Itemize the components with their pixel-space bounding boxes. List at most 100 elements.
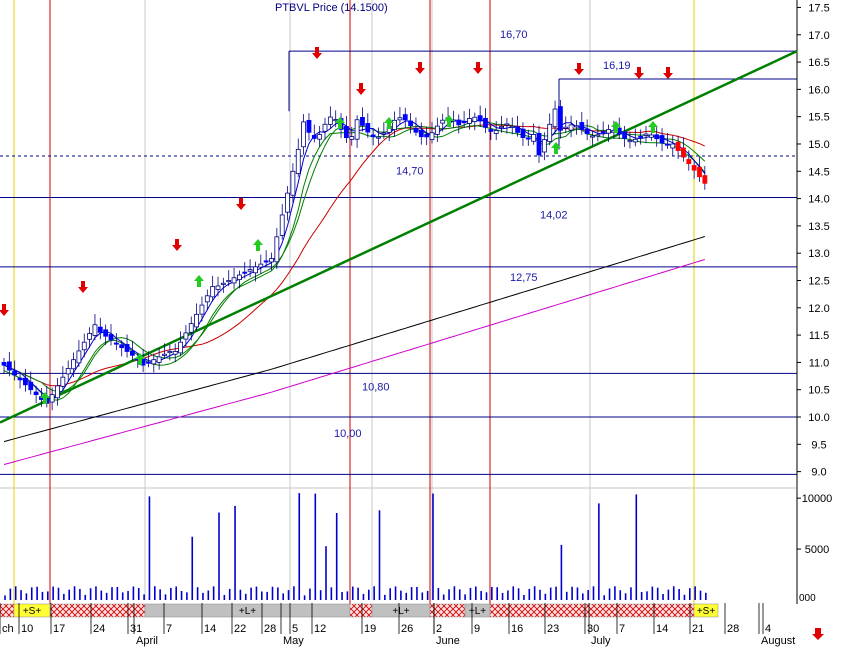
candle-body: [92, 324, 98, 336]
y-tick-label: 16.0: [808, 84, 829, 96]
candle-body: [71, 359, 76, 370]
candle-body: [632, 138, 638, 143]
y-tick-label: 12.0: [808, 303, 829, 315]
x-tick-label: 9: [474, 623, 480, 635]
x-tick-label: 28: [264, 623, 276, 635]
candle-body: [210, 286, 216, 298]
x-tick-label: 19: [364, 623, 376, 635]
candle-body: [65, 368, 71, 375]
y-tick-label: 9.5: [811, 439, 826, 451]
chart-canvas[interactable]: 9.0 9.5 10.0 10.5 11.0 11.5 12.0 12.5 13.0 13.5 14…: [0, 0, 844, 647]
y-tick-label: 13.0: [808, 248, 829, 260]
signal-label: +S+: [697, 606, 716, 617]
signal-hatch: [0, 603, 15, 618]
signal-hatch: [49, 603, 146, 618]
candle-body: [60, 376, 66, 387]
candle-body: [392, 119, 397, 130]
signal-label: +L+: [392, 606, 409, 617]
candle-body: [119, 344, 125, 349]
candle-body: [413, 128, 419, 133]
candle-body: [349, 136, 355, 140]
candle-body: [103, 329, 109, 337]
chart-title: PTBVL Price (14.1500): [275, 2, 388, 14]
candle-body: [381, 132, 387, 135]
chart-root: PTBVL Price (14.1500) 9.0 9.5 10.0 10.5 11.0…: [0, 0, 844, 647]
candle-body: [600, 131, 606, 134]
candle-body: [49, 394, 55, 403]
x-tick-label: 21: [692, 623, 704, 635]
x-tick-label: 14: [204, 623, 216, 635]
y-tick-label: 14.5: [808, 166, 829, 178]
candle-body: [178, 341, 183, 354]
candle-body: [365, 123, 371, 133]
candle-body: [247, 269, 253, 272]
candle-body: [665, 143, 670, 146]
y-tick-label: 10.0: [808, 412, 829, 424]
candle-body: [574, 125, 579, 128]
x-tick-label: 16: [511, 623, 523, 635]
y-tick-label: 13.5: [808, 221, 829, 233]
candle-body: [654, 134, 660, 140]
x-tick-label: April: [136, 635, 158, 647]
candle-body: [285, 192, 290, 213]
candle-body: [172, 351, 178, 355]
candle-body: [183, 332, 189, 340]
candle-body: [28, 381, 34, 391]
x-tick-label: 14: [656, 623, 668, 635]
candle-body: [194, 313, 200, 328]
candle-body: [691, 165, 697, 171]
candle-body: [376, 136, 381, 139]
y-tick-label: 10.5: [808, 385, 829, 397]
candle-body: [156, 356, 162, 363]
y-tick-label: 17.5: [808, 2, 829, 14]
candle-body: [295, 149, 301, 174]
candle-body: [167, 351, 173, 354]
y-tick-label: 11.0: [809, 357, 830, 369]
x-tick-label: 17: [53, 623, 65, 635]
candle-body: [659, 135, 665, 144]
candle-body: [531, 134, 537, 142]
candle-body: [590, 135, 595, 138]
candle-body: [488, 129, 494, 132]
x-tick-label: 10: [21, 623, 33, 635]
candle-body: [499, 126, 504, 129]
candle-body: [253, 266, 258, 274]
candle-body: [274, 236, 280, 263]
candle-body: [408, 120, 414, 126]
candle-body: [87, 333, 92, 340]
candle-body: [204, 295, 210, 303]
x-tick-label: 24: [93, 623, 105, 635]
volume-tick-label: 5000: [805, 544, 829, 556]
candle-body: [322, 123, 328, 132]
candle-body: [402, 114, 408, 121]
x-tick-label: June: [436, 635, 460, 647]
candle-body: [563, 126, 569, 129]
candle-body: [515, 126, 520, 133]
y-tick-label: 11.5: [809, 330, 830, 342]
candle-body: [17, 377, 23, 381]
candle-body: [360, 116, 365, 126]
candle-body: [675, 141, 681, 151]
candle-body: [697, 166, 702, 178]
y-tick-label: 15.0: [808, 139, 829, 151]
candle-body: [472, 116, 478, 122]
candle-body: [236, 274, 242, 281]
candle-body: [558, 106, 563, 131]
signal-label: +L+: [239, 606, 256, 617]
x-tick-label: 26: [401, 623, 413, 635]
signal-hatch: [349, 603, 373, 618]
candle-body: [306, 119, 312, 133]
candle-body: [525, 137, 531, 140]
candle-body: [343, 126, 349, 139]
x-tick-label: May: [283, 635, 304, 647]
candle-body: [226, 280, 232, 283]
candle-body: [269, 258, 274, 263]
candle-body: [681, 147, 686, 158]
candle-body: [424, 134, 430, 138]
candle-body: [146, 361, 151, 364]
candle-body: [584, 128, 590, 135]
candle-body: [643, 133, 649, 136]
candle-body: [220, 282, 226, 285]
candle-body: [124, 344, 130, 352]
candle-body: [520, 128, 526, 138]
